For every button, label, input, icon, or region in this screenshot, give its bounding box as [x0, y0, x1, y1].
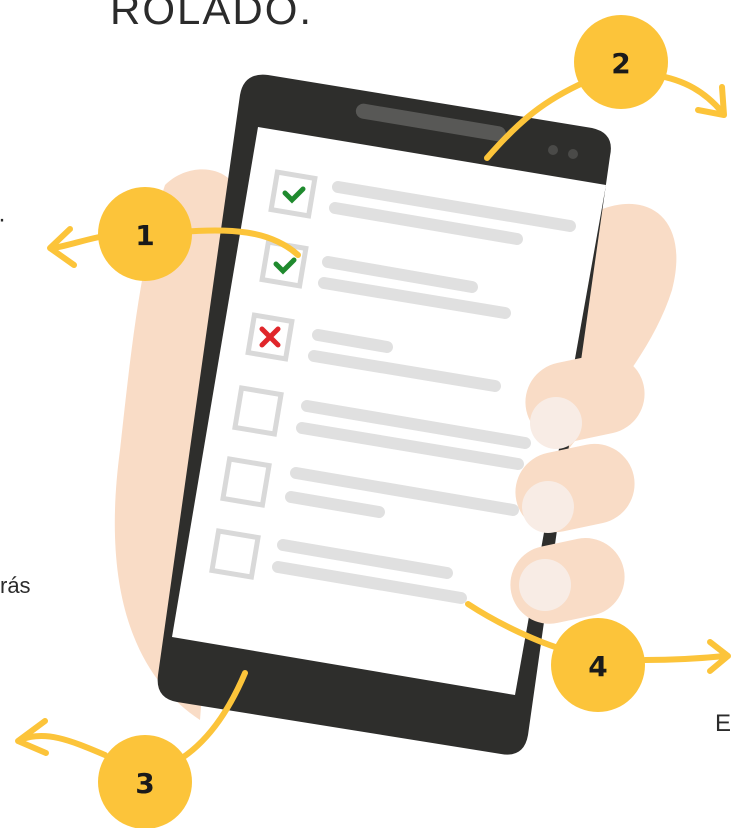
front-camera-icon — [548, 145, 558, 155]
fingertip — [530, 397, 582, 449]
fingertip — [522, 481, 574, 533]
checkbox — [209, 528, 261, 580]
checkbox — [259, 239, 309, 289]
fingertip — [519, 559, 571, 611]
checkbox — [232, 385, 284, 437]
phone-illustration: 1 2 3 4 — [15, 15, 731, 828]
diagram-canvas: ROLADO. rás E · — [0, 0, 733, 828]
front-sensor-icon — [568, 149, 578, 159]
badge-1-label: 1 — [135, 219, 154, 252]
badge-1: 1 — [98, 187, 192, 281]
badge-2-label: 2 — [611, 47, 630, 80]
badge-3-label: 3 — [135, 767, 154, 800]
badge-2: 2 — [574, 15, 668, 109]
badge-4-label: 4 — [588, 650, 607, 683]
arrow-icon — [652, 72, 725, 115]
checkbox — [220, 456, 272, 508]
badge-4: 4 — [551, 618, 645, 712]
arrow-icon — [642, 653, 728, 663]
checkbox — [268, 169, 318, 219]
badge-3: 3 — [98, 735, 192, 828]
